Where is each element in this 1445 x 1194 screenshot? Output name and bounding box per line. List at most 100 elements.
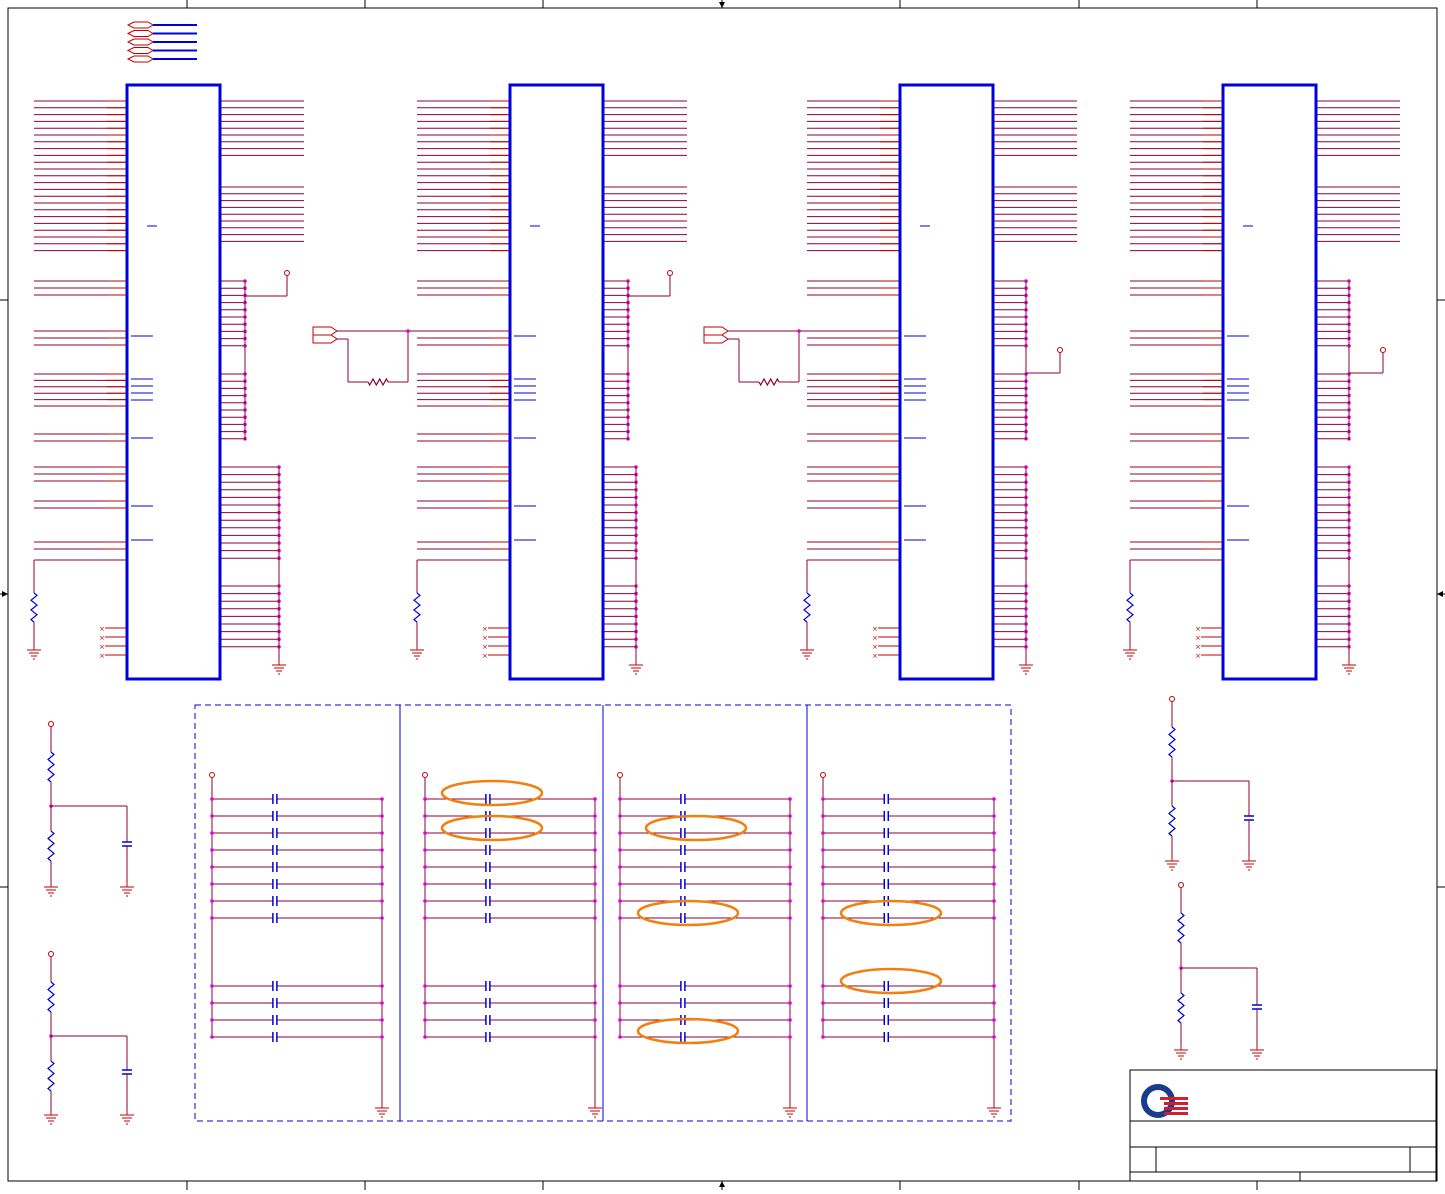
junction-dot: [210, 984, 214, 988]
resistor-icon: [47, 751, 55, 783]
power-port-icon: [1169, 696, 1175, 702]
capacitor-icon: [272, 1015, 278, 1025]
series-termination: [312, 326, 510, 387]
resistor-icon: [47, 981, 55, 1013]
junction-dot: [992, 899, 996, 903]
capacitor-icon: [272, 981, 278, 991]
capacitor-icon: [122, 1069, 132, 1075]
junction-dot: [618, 1001, 622, 1005]
junction-dot: [821, 1018, 825, 1022]
junction-dot: [210, 916, 214, 920]
capacitor-icon: [680, 828, 686, 838]
net-label-icon: [126, 55, 154, 63]
no-connect-icon: ×: [99, 643, 105, 651]
title-block: [1129, 1069, 1437, 1182]
capacitor-icon: [883, 828, 890, 838]
no-connect-icon: ×: [99, 652, 105, 660]
junction-dot: [423, 865, 427, 869]
highlight-ellipse: [636, 899, 740, 927]
highlight-ellipse: [839, 967, 943, 995]
junction-dot: [618, 831, 622, 835]
ground-icon: [120, 1110, 134, 1125]
junction-dot: [380, 882, 384, 886]
capacitor-icon: [272, 879, 278, 889]
ground-icon: [629, 660, 643, 675]
junction-dot: [788, 797, 792, 801]
capacitor-icon: [680, 845, 686, 855]
capacitor-icon: [122, 841, 132, 847]
ground-icon: [27, 645, 41, 660]
voltage-divider: [1174, 882, 1264, 1060]
junction-dot: [821, 1035, 825, 1039]
capacitor-icon: [883, 862, 890, 872]
capacitor-icon: [272, 913, 278, 923]
junction-dot: [210, 1001, 214, 1005]
power-port-icon: [284, 270, 290, 276]
power-port-icon: [617, 772, 623, 778]
voltage-divider-circuits: [44, 696, 1264, 1125]
junction-dot: [380, 814, 384, 818]
ground-icon: [120, 882, 134, 897]
net-label-icon: [126, 30, 154, 37]
junction-dot: [593, 865, 597, 869]
junction-dot: [593, 899, 597, 903]
junction-dot: [992, 882, 996, 886]
junction-dot: [593, 1018, 597, 1022]
junction-dot: [618, 984, 622, 988]
junction-dot: [618, 1035, 622, 1039]
junction-dot: [593, 1001, 597, 1005]
junction-dot: [821, 984, 825, 988]
power-port-icon: [1057, 347, 1063, 353]
junction-dot: [380, 848, 384, 852]
junction-dot: [821, 814, 825, 818]
no-connect-icon: ×: [482, 634, 488, 642]
ground-icon: [987, 1103, 1001, 1118]
junction-dot: [210, 1035, 214, 1039]
no-connect-icon: ×: [872, 652, 878, 660]
capacitor-icon: [680, 981, 686, 991]
ic-u4: ××××: [1123, 83, 1400, 681]
junction-dot: [593, 797, 597, 801]
no-connect-icon: ×: [872, 625, 878, 633]
resistor-icon: [1177, 912, 1185, 944]
capacitor-icon: [485, 845, 491, 855]
junction-dot: [423, 848, 427, 852]
power-port-icon: [48, 951, 54, 957]
junction-dot: [593, 814, 597, 818]
junction-dot: [992, 1035, 996, 1039]
company-logo-icon: [1141, 1084, 1188, 1118]
logo-bar: [1164, 1107, 1188, 1110]
junction-dot: [992, 984, 996, 988]
title-block-frame: [1129, 1069, 1437, 1182]
junction-dot: [423, 1018, 427, 1022]
capacitor-icon: [1252, 1004, 1262, 1010]
junction-dot: [821, 916, 825, 920]
power-port-icon: [209, 772, 215, 778]
ground-icon: [1174, 1045, 1188, 1060]
capacitor-icon: [680, 913, 686, 923]
cap-group-3: [617, 772, 797, 1118]
highlight-ellipse: [440, 779, 544, 807]
junction-dot: [423, 1035, 427, 1039]
capacitor-icon: [485, 879, 491, 889]
junction-dot: [788, 848, 792, 852]
ic-body: [1221, 83, 1318, 681]
junction-dot: [380, 1001, 384, 1005]
capacitor-icon: [485, 1015, 491, 1025]
junction-dot: [380, 797, 384, 801]
power-port-icon: [820, 772, 826, 778]
no-connect-icon: ×: [482, 652, 488, 660]
capacitor-icon: [272, 1032, 278, 1042]
highlight-ellipse: [636, 1017, 740, 1045]
highlight-ellipse: [440, 814, 544, 842]
junction-dot: [992, 865, 996, 869]
junction-dot: [593, 1035, 597, 1039]
ic-symbols: ××××××××××××××××: [27, 83, 1400, 681]
junction-dot: [821, 899, 825, 903]
ground-icon: [1242, 856, 1256, 871]
ic-u2: ××××: [410, 83, 687, 681]
junction-dot: [618, 916, 622, 920]
junction-dot: [210, 814, 214, 818]
junction-dot: [992, 1018, 996, 1022]
resistor-icon: [30, 592, 38, 623]
